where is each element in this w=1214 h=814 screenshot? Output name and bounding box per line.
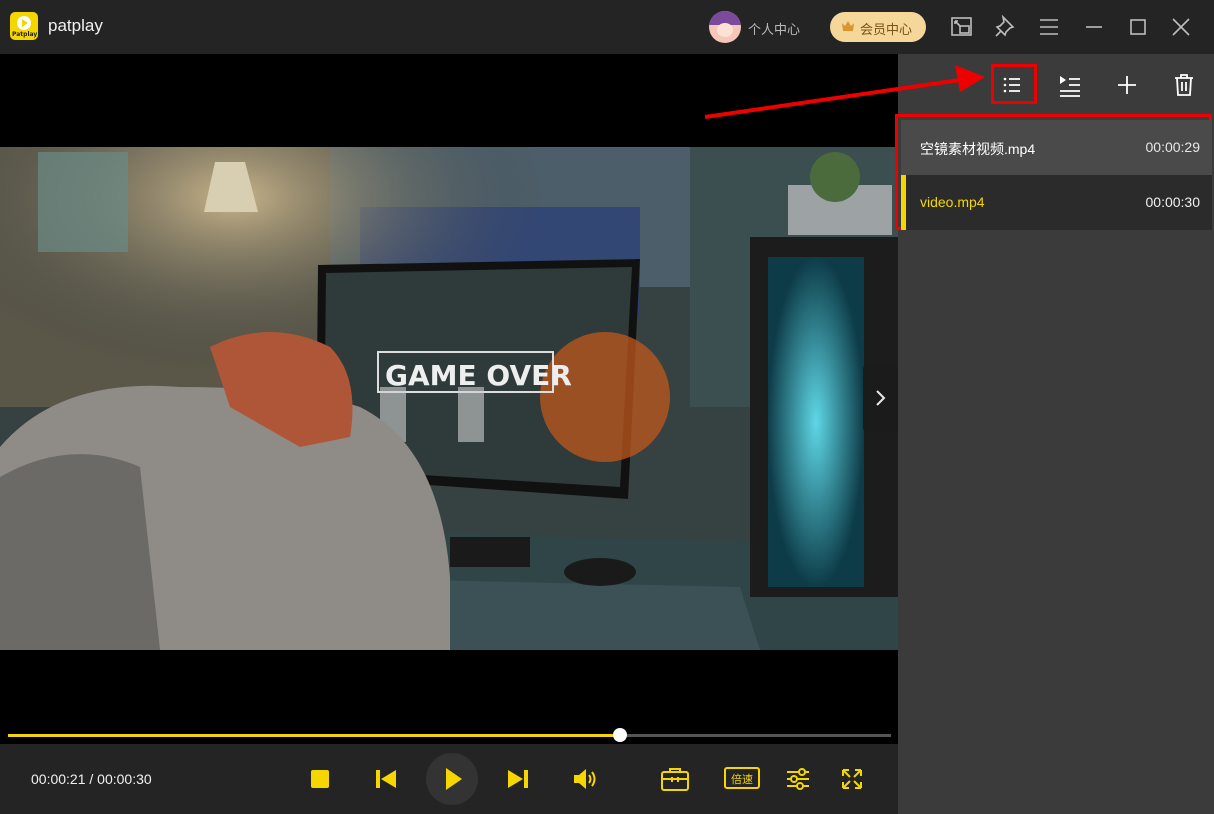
previous-icon[interactable] [374,767,398,791]
avatar[interactable] [709,11,741,43]
vip-center-button[interactable]: 会员中心 [830,12,926,42]
playlist-item-duration: 00:00:29 [1145,139,1201,155]
toolbox-icon[interactable] [660,766,690,792]
time-separator: / [85,771,98,787]
play-icon [446,768,462,790]
playlist-item-duration: 00:00:30 [1145,194,1201,210]
personal-center-link[interactable]: 个人中心 [748,19,800,38]
playlist-icon-highlight [991,64,1037,104]
playlist-toolbar [898,54,1214,116]
play-button[interactable] [426,753,478,805]
current-time: 00:00:21 [31,771,86,787]
playlist-item-name: video.mp4 [920,194,985,210]
logo-text: Patplay [12,31,38,38]
playlist-item-active[interactable]: video.mp4 00:00:30 [901,175,1212,230]
avatar-face [717,23,733,37]
vip-center-label: 会员中心 [860,23,913,38]
control-bar: 00:00:21 / 00:00:30 倍速 [0,744,898,814]
fullscreen-icon[interactable] [840,767,864,791]
menu-icon[interactable] [1035,13,1063,41]
add-icon[interactable] [1113,71,1141,99]
mini-player-icon[interactable] [948,13,976,41]
chevron-right-icon [876,390,886,406]
logo-play-icon [17,16,31,30]
app-name: patplay [48,16,103,35]
title-bar: Patplay patplay 个人中心 会员中心 [0,0,1214,54]
active-indicator [901,175,906,230]
next-icon[interactable] [506,767,530,791]
seek-handle[interactable] [612,728,627,742]
volume-icon[interactable] [572,767,598,791]
minimize-icon[interactable] [1080,13,1108,41]
time-display: 00:00:21 / 00:00:30 [31,771,152,787]
crown-icon [842,21,854,31]
speed-button[interactable]: 倍速 [724,767,760,789]
video-area[interactable]: GAME OVER [0,54,898,744]
delete-icon[interactable] [1170,71,1198,99]
equalizer-icon[interactable] [785,767,811,791]
video-frame[interactable]: GAME OVER [0,147,898,650]
playlist-item-name: 空镜素材视频.mp4 [920,141,1036,157]
total-time: 00:00:30 [97,771,152,787]
seek-bar[interactable] [8,728,891,742]
pin-icon[interactable] [991,13,1019,41]
seek-bar-fill [8,734,620,737]
play-order-icon[interactable] [1056,71,1084,99]
playlist: 空镜素材视频.mp4 00:00:29 video.mp4 00:00:30 [895,114,1212,230]
video-frame-image: GAME OVER [0,147,898,650]
collapse-playlist-button[interactable] [863,365,898,432]
playlist-item[interactable]: 空镜素材视频.mp4 00:00:29 [901,120,1212,175]
stop-icon[interactable] [310,769,330,789]
close-icon[interactable] [1167,13,1195,41]
app-logo: Patplay [10,12,38,40]
maximize-icon[interactable] [1124,13,1152,41]
